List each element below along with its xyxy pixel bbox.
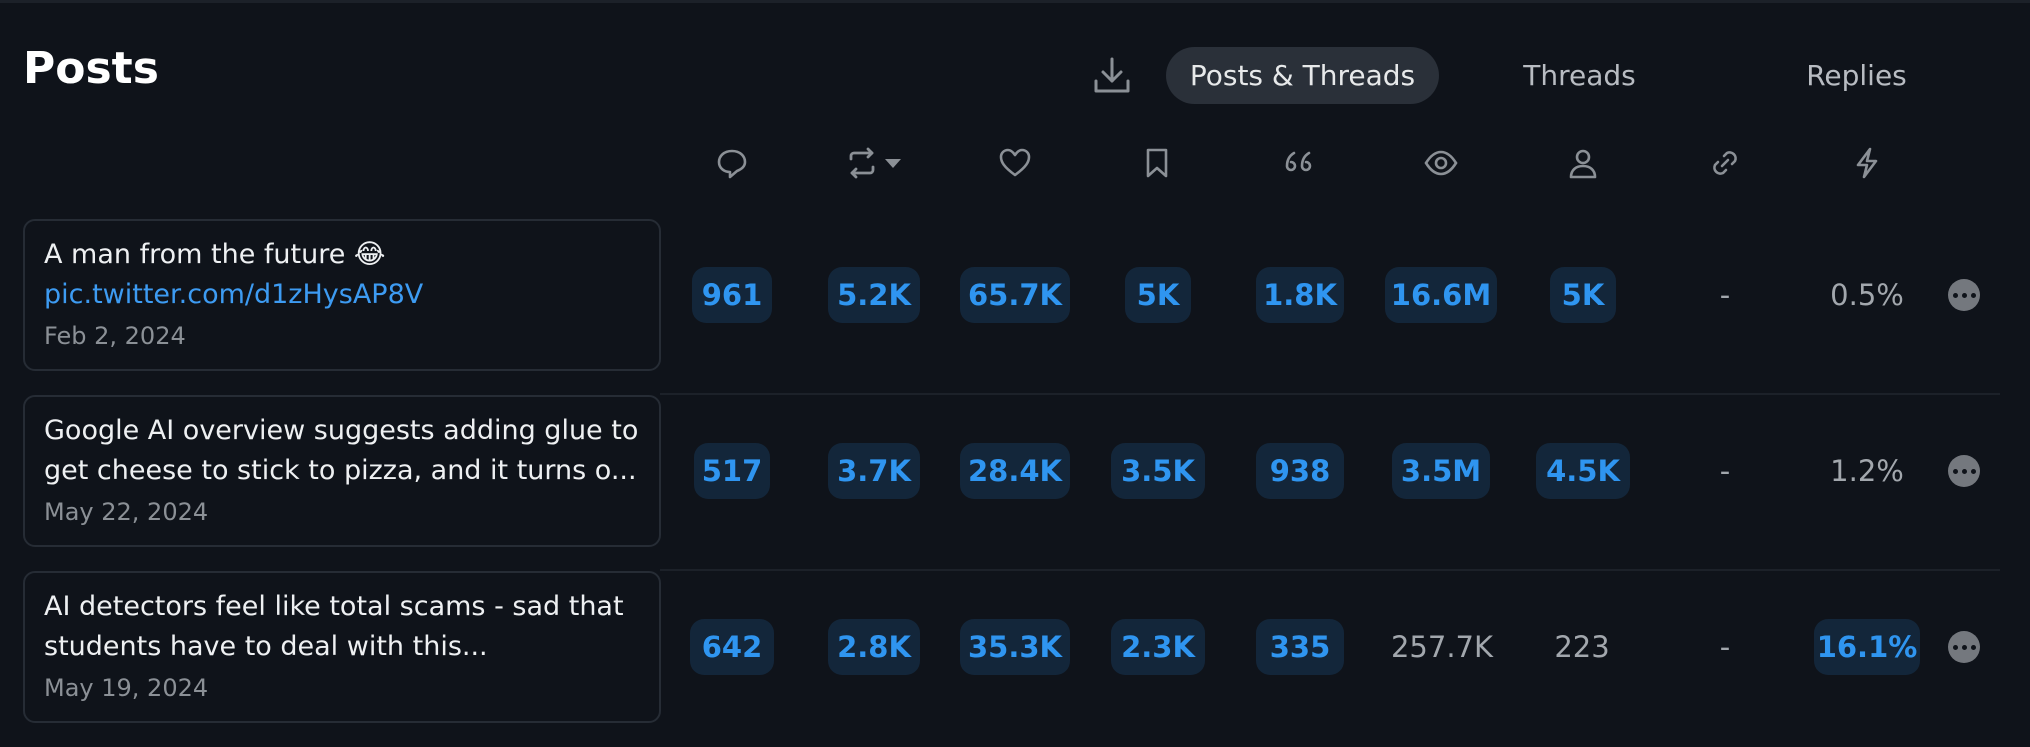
tab-replies[interactable]: Replies [1720,47,1993,104]
stat-quotes: 335 [1256,619,1344,675]
post-card[interactable]: A man from the future 😂 pic.twitter.com/… [23,219,661,371]
stat-engagement-rate: 0.5% [1830,278,1904,312]
stat-engagement-rate: 1.2% [1830,454,1904,488]
post-card[interactable]: AI detectors feel like total scams - sad… [23,571,661,723]
stat-replies: 517 [694,443,770,499]
eye-icon[interactable] [1421,143,1461,183]
stat-profile-visits: 5K [1550,267,1616,323]
stat-bookmarks: 3.5K [1111,443,1205,499]
stat-link-clicks: - [1719,630,1731,664]
post-date: Feb 2, 2024 [44,322,186,350]
stat-views: 257.7K [1390,630,1494,664]
tab-posts-threads[interactable]: Posts & Threads [1166,47,1439,104]
table-row[interactable]: A man from the future 😂 pic.twitter.com/… [0,219,2000,395]
post-text: Google AI overview suggests adding glue … [44,415,639,446]
post-link[interactable]: pic.twitter.com/d1zHysAP8V [44,275,640,315]
post-card[interactable]: Google AI overview suggests adding glue … [23,395,661,547]
stat-replies: 642 [690,619,774,675]
post-text: A man from the future 😂 [44,239,386,270]
stat-reposts: 2.8K [828,619,920,675]
stat-views: 3.5M [1392,443,1490,499]
table-row[interactable]: AI detectors feel like total scams - sad… [0,571,2000,747]
stat-bookmarks: 2.3K [1111,619,1205,675]
tab-bar: Posts & Threads Threads Replies [1166,47,1993,104]
stat-quotes: 1.8K [1256,267,1344,323]
tab-threads[interactable]: Threads [1443,47,1716,104]
posts-panel: Posts Posts & Threads Threads Replies A … [0,0,2030,726]
download-icon[interactable] [1090,53,1134,97]
stat-profile-visits: 223 [1554,630,1610,664]
stat-likes: 65.7K [960,267,1070,323]
stat-views: 16.6M [1385,267,1497,323]
more-options-icon[interactable] [1948,631,1980,663]
post-text-line2: get cheese to stick to pizza, and it tur… [44,455,637,486]
repost-sort-icon[interactable] [838,143,910,183]
post-date: May 19, 2024 [44,674,209,702]
stat-likes: 28.4K [960,443,1070,499]
stat-link-clicks: - [1719,278,1731,312]
post-date: May 22, 2024 [44,498,209,526]
stat-likes: 35.3K [960,619,1070,675]
page-title: Posts [23,43,159,94]
person-icon[interactable] [1563,143,1603,183]
stat-bookmarks: 5K [1125,267,1191,323]
stat-replies: 961 [692,267,772,323]
stat-engagement-rate: 16.1% [1814,619,1920,675]
stat-profile-visits: 4.5K [1536,443,1630,499]
stat-link-clicks: - [1719,454,1731,488]
stat-reposts: 3.7K [828,443,920,499]
post-text-line2: students have to deal with this... [44,631,488,662]
heart-icon[interactable] [995,143,1035,183]
stat-reposts: 5.2K [828,267,920,323]
reply-icon[interactable] [712,143,752,183]
table-row[interactable]: Google AI overview suggests adding glue … [0,395,2000,571]
more-options-icon[interactable] [1948,455,1980,487]
post-text: AI detectors feel like total scams - sad… [44,591,624,622]
quote-icon[interactable] [1279,143,1319,183]
stat-quotes: 938 [1256,443,1344,499]
more-options-icon[interactable] [1948,279,1980,311]
bookmark-icon[interactable] [1137,143,1177,183]
link-icon[interactable] [1705,143,1745,183]
lightning-icon[interactable] [1847,143,1887,183]
